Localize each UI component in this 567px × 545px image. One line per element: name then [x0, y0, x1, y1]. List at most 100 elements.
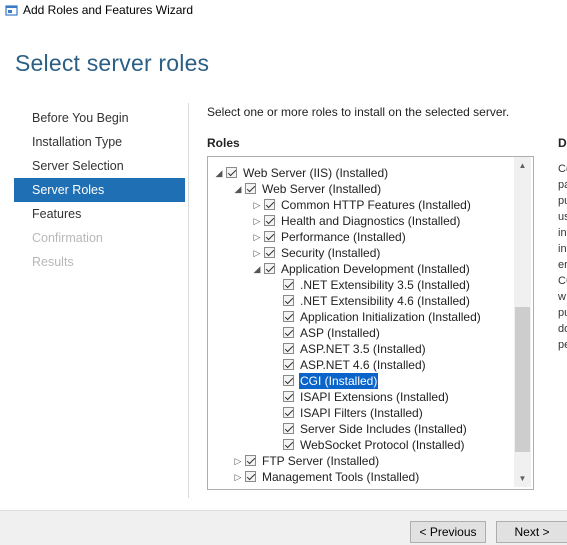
- role-label: ASP (Installed): [300, 326, 380, 340]
- role-item[interactable]: ◢ Web Server (Installed): [208, 181, 513, 197]
- roles-heading: Roles: [207, 136, 240, 150]
- scroll-down-icon[interactable]: ▼: [514, 470, 531, 487]
- expanded-arrow-icon[interactable]: ◢: [233, 181, 243, 197]
- role-checkbox[interactable]: [283, 359, 294, 370]
- role-checkbox[interactable]: [264, 231, 275, 242]
- role-item[interactable]: ▷ Security (Installed): [208, 245, 513, 261]
- description-line: pu: [558, 307, 567, 319]
- wizard-nav: Before You Begin Installation Type Serve…: [14, 106, 185, 274]
- roles-tree[interactable]: ◢ Web Server (IIS) (Installed) ◢ Web Server…: [207, 156, 534, 490]
- role-checkbox[interactable]: [264, 247, 275, 258]
- role-item[interactable]: ASP (Installed): [208, 325, 513, 341]
- nav-item-features[interactable]: Features: [14, 202, 185, 226]
- description-line: pa: [558, 179, 567, 191]
- role-label: WebSocket Protocol (Installed): [300, 438, 465, 452]
- role-label: ISAPI Filters (Installed): [300, 406, 423, 420]
- description-line: pe: [558, 339, 567, 351]
- role-item[interactable]: .NET Extensibility 3.5 (Installed): [208, 277, 513, 293]
- role-item[interactable]: ▷ Performance (Installed): [208, 229, 513, 245]
- nav-divider: [188, 103, 189, 498]
- role-label: Common HTTP Features (Installed): [281, 198, 471, 212]
- role-label: Web Server (IIS) (Installed): [243, 166, 389, 180]
- role-label: Web Server (Installed): [262, 182, 382, 196]
- role-item[interactable]: WebSocket Protocol (Installed): [208, 437, 513, 453]
- nav-item-before-you-begin[interactable]: Before You Begin: [14, 106, 185, 130]
- expanded-arrow-icon[interactable]: ◢: [252, 261, 262, 277]
- scroll-thumb[interactable]: [515, 307, 530, 452]
- next-button[interactable]: Next >: [496, 521, 567, 543]
- nav-item-server-roles[interactable]: Server Roles: [14, 178, 185, 202]
- role-checkbox[interactable]: [283, 375, 294, 386]
- role-checkbox[interactable]: [283, 391, 294, 402]
- role-item[interactable]: ◢ Web Server (IIS) (Installed): [208, 165, 513, 181]
- description-line: CG: [558, 275, 567, 287]
- role-checkbox[interactable]: [245, 471, 256, 482]
- window-title: Add Roles and Features Wizard: [23, 3, 194, 17]
- role-item[interactable]: ▷ Health and Diagnostics (Installed): [208, 213, 513, 229]
- collapsed-arrow-icon[interactable]: ▷: [252, 213, 262, 229]
- roles-scrollbar[interactable]: ▲ ▼: [514, 157, 531, 487]
- instruction-text: Select one or more roles to install on t…: [207, 105, 510, 119]
- role-label: Server Side Includes (Installed): [300, 422, 467, 436]
- role-item[interactable]: ◢ Application Development (Installed): [208, 261, 513, 277]
- role-label: Application Initialization (Installed): [300, 310, 481, 324]
- role-item[interactable]: CGI (Installed): [208, 372, 513, 390]
- wizard-app-icon: [5, 5, 18, 16]
- title-bar: Add Roles and Features Wizard: [0, 0, 567, 22]
- role-item[interactable]: ISAPI Filters (Installed): [208, 405, 513, 421]
- description-line: in: [558, 227, 567, 239]
- role-label: .NET Extensibility 3.5 (Installed): [300, 278, 470, 292]
- role-item[interactable]: ▷ Management Tools (Installed): [208, 469, 513, 485]
- nav-item-installation-type[interactable]: Installation Type: [14, 130, 185, 154]
- role-label: .NET Extensibility 4.6 (Installed): [300, 294, 470, 308]
- collapsed-arrow-icon[interactable]: ▷: [252, 245, 262, 261]
- role-checkbox[interactable]: [245, 183, 256, 194]
- description-line: in: [558, 243, 567, 255]
- role-label: Management Tools (Installed): [262, 470, 420, 484]
- previous-button[interactable]: < Previous: [410, 521, 486, 543]
- role-item[interactable]: Application Initialization (Installed): [208, 309, 513, 325]
- role-checkbox[interactable]: [283, 311, 294, 322]
- role-item[interactable]: ▷ Common HTTP Features (Installed): [208, 197, 513, 213]
- expanded-arrow-icon[interactable]: ◢: [214, 165, 224, 181]
- role-checkbox[interactable]: [283, 407, 294, 418]
- role-checkbox[interactable]: [283, 439, 294, 450]
- role-checkbox[interactable]: [283, 295, 294, 306]
- role-checkbox[interactable]: [226, 167, 237, 178]
- role-checkbox[interactable]: [264, 199, 275, 210]
- role-item[interactable]: ISAPI Extensions (Installed): [208, 389, 513, 405]
- description-line: er: [558, 259, 567, 271]
- role-checkbox[interactable]: [283, 327, 294, 338]
- nav-item-server-selection[interactable]: Server Selection: [14, 154, 185, 178]
- role-label: CGI (Installed): [297, 372, 380, 390]
- collapsed-arrow-icon[interactable]: ▷: [233, 453, 243, 469]
- role-checkbox[interactable]: [264, 263, 275, 274]
- description-line: w: [558, 291, 566, 303]
- role-item[interactable]: .NET Extensibility 4.6 (Installed): [208, 293, 513, 309]
- description-heading: De: [558, 136, 567, 150]
- role-item[interactable]: ▷ FTP Server (Installed): [208, 453, 513, 469]
- role-checkbox[interactable]: [245, 455, 256, 466]
- role-checkbox[interactable]: [283, 423, 294, 434]
- role-label: Security (Installed): [281, 246, 381, 260]
- role-item[interactable]: ASP.NET 4.6 (Installed): [208, 357, 513, 373]
- scroll-up-icon[interactable]: ▲: [514, 157, 531, 174]
- role-checkbox[interactable]: [283, 343, 294, 354]
- description-line: pu: [558, 195, 567, 207]
- page-title: Select server roles: [15, 50, 210, 76]
- role-label: Health and Diagnostics (Installed): [281, 214, 461, 228]
- role-checkbox[interactable]: [264, 215, 275, 226]
- role-label: ISAPI Extensions (Installed): [300, 390, 449, 404]
- role-label: ASP.NET 4.6 (Installed): [300, 358, 426, 372]
- collapsed-arrow-icon[interactable]: ▷: [252, 229, 262, 245]
- role-label: ASP.NET 3.5 (Installed): [300, 342, 426, 356]
- role-label: Performance (Installed): [281, 230, 406, 244]
- role-label: FTP Server (Installed): [262, 454, 380, 468]
- role-item[interactable]: ASP.NET 3.5 (Installed): [208, 341, 513, 357]
- role-item[interactable]: Server Side Includes (Installed): [208, 421, 513, 437]
- description-line: us: [558, 211, 567, 223]
- role-checkbox[interactable]: [283, 279, 294, 290]
- description-line: do: [558, 323, 567, 335]
- collapsed-arrow-icon[interactable]: ▷: [252, 197, 262, 213]
- collapsed-arrow-icon[interactable]: ▷: [233, 469, 243, 485]
